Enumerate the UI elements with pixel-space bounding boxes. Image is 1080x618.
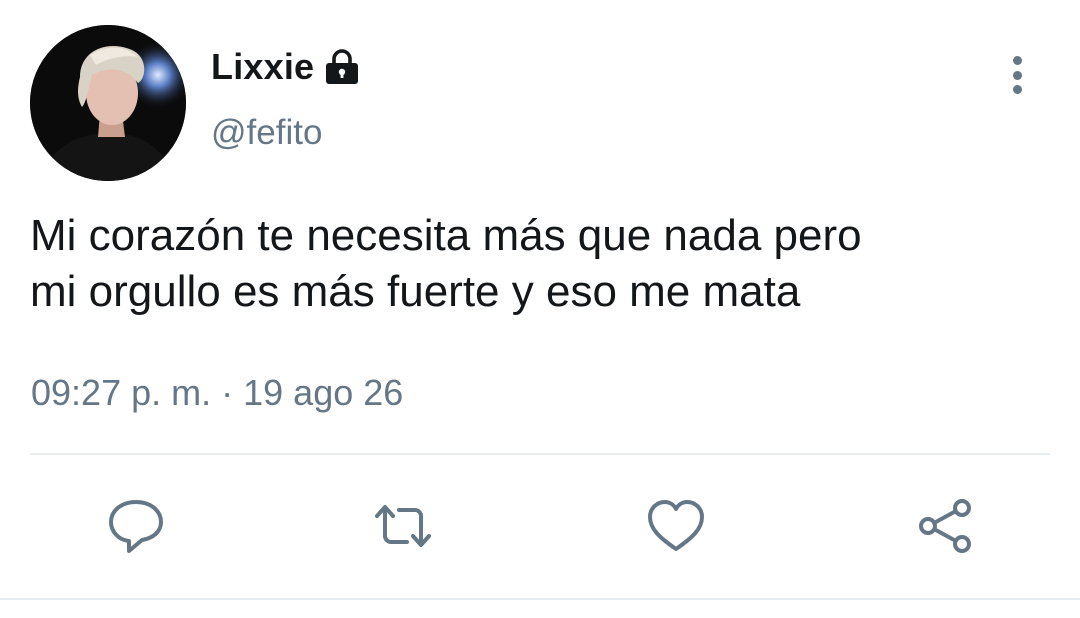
share-icon (919, 499, 971, 553)
tweet-date: 19 ago 26 (243, 372, 404, 413)
meta-separator: · (221, 372, 234, 413)
divider (0, 598, 1080, 600)
tweet-text-line: mi orgullo es más fuerte y eso me mata (30, 267, 801, 316)
avatar-photo (30, 25, 186, 181)
divider (30, 453, 1050, 455)
tweet-card: Lixxie @fefito Mi corazón te necesita má… (0, 0, 1080, 618)
reply-button[interactable] (104, 494, 168, 558)
retweet-button[interactable] (371, 494, 435, 558)
more-dot (1012, 85, 1022, 94)
tweet-text-line: Mi corazón te necesita más que nada pero (30, 211, 862, 260)
like-button[interactable] (644, 494, 708, 558)
reply-icon (109, 500, 163, 553)
tweet-text: Mi corazón te necesita más que nada pero… (30, 208, 1060, 320)
user-handle[interactable]: @fefito (211, 113, 322, 153)
tweet-timestamp[interactable]: 09:27 p. m. · 19 ago 26 (31, 372, 403, 414)
like-icon (648, 500, 704, 551)
more-options-icon[interactable] (1000, 52, 1034, 98)
lock-icon (326, 49, 359, 84)
tweet-time: 09:27 p. m. (31, 372, 212, 413)
share-button[interactable] (914, 494, 978, 558)
more-dot (1012, 56, 1022, 65)
retweet-icon (375, 505, 431, 547)
avatar[interactable] (30, 25, 186, 181)
more-dot (1012, 70, 1022, 80)
display-name[interactable]: Lixxie (211, 46, 314, 88)
display-name-row: Lixxie (211, 44, 360, 90)
